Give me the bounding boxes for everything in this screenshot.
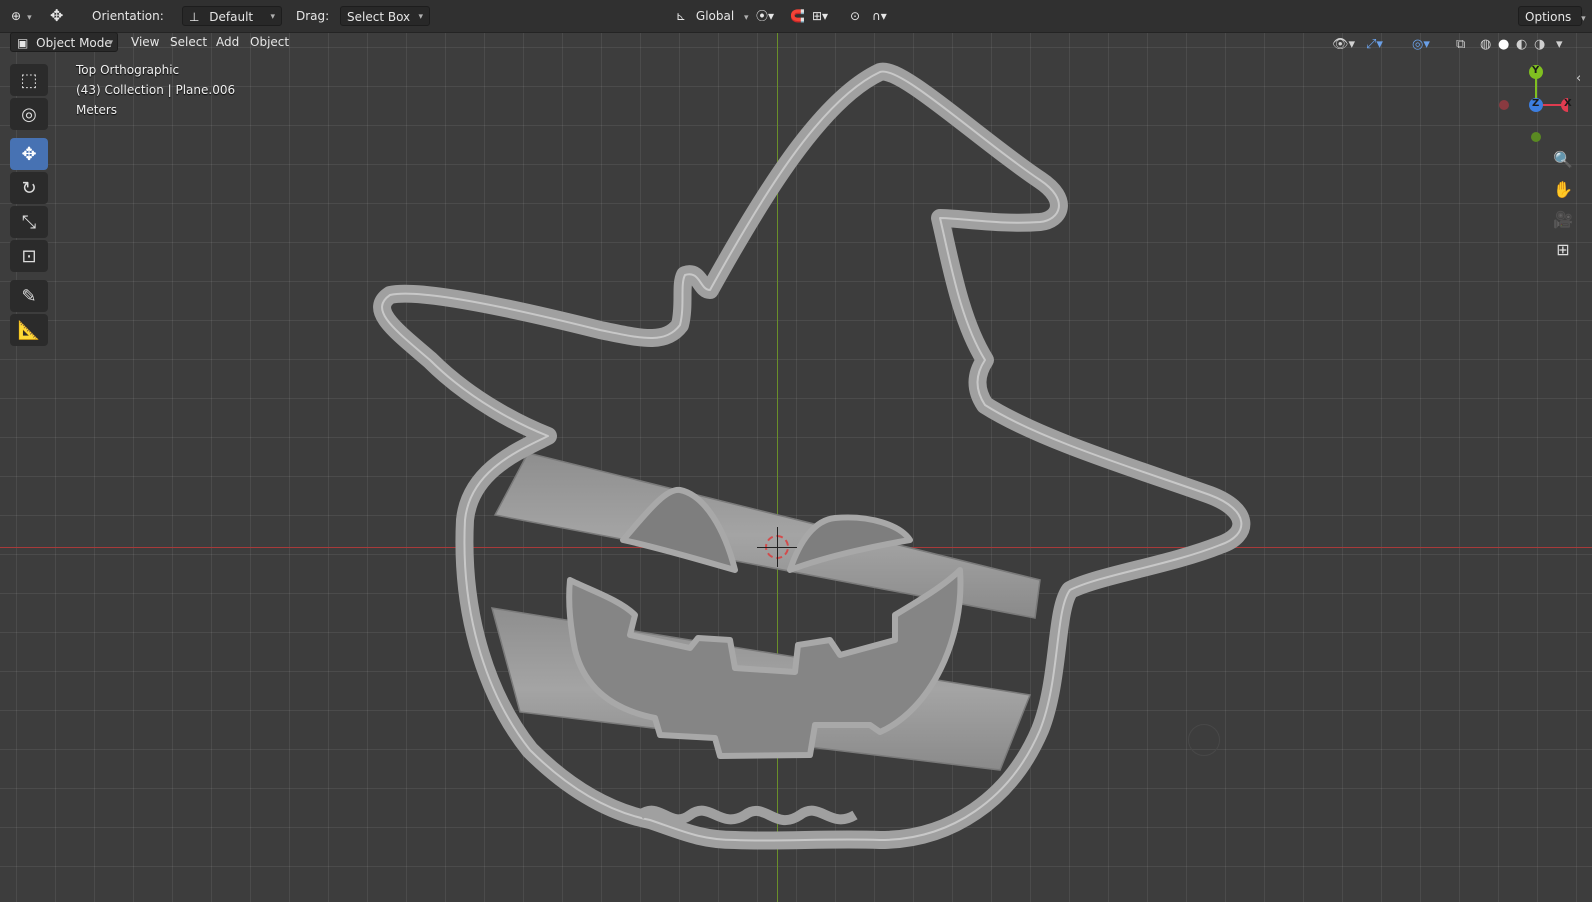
shading-options-icon[interactable]: ▾ xyxy=(1556,34,1563,54)
material-shading-icon[interactable]: ◐ xyxy=(1516,34,1527,54)
transform-space-value: Global xyxy=(695,9,735,23)
annotate-icon[interactable]: ✎ xyxy=(10,280,48,312)
transform-icon[interactable]: ⊡ xyxy=(10,240,48,272)
3d-cursor-cross-v xyxy=(777,527,778,567)
editor-type-button[interactable]: ⊕ ▾ xyxy=(8,6,40,26)
chevron-down-icon: ▾ xyxy=(1581,14,1586,24)
menu-view[interactable]: View xyxy=(125,31,165,53)
wavy-bottom xyxy=(637,805,858,826)
menu-add[interactable]: Add xyxy=(210,31,245,53)
select-box-icon[interactable]: ⬚ xyxy=(10,64,48,96)
transform-pivot-icon[interactable]: ✥ xyxy=(50,6,63,26)
view-name: Top Orthographic xyxy=(76,63,180,77)
units-label: Meters xyxy=(76,103,118,117)
options-dropdown[interactable]: Options ▾ xyxy=(1518,6,1586,26)
visibility-icon[interactable]: 👁▾ xyxy=(1332,34,1355,54)
gizmo-y-label: Y xyxy=(1532,65,1540,76)
gizmo-neg-x xyxy=(1499,100,1509,110)
proportional-edit-icon[interactable]: ⊙ xyxy=(850,6,860,26)
measure-icon[interactable]: 📐 xyxy=(10,314,48,346)
rendered-shading-icon[interactable]: ◑ xyxy=(1534,34,1545,54)
xray-icon[interactable]: ⧉ xyxy=(1456,34,1465,54)
camera-icon[interactable]: 🎥 xyxy=(1550,206,1576,232)
options-label: Options xyxy=(1525,10,1572,24)
cursor-icon[interactable]: ◎ xyxy=(10,98,48,130)
snap-icon[interactable]: 🧲 xyxy=(790,6,805,26)
menu-object[interactable]: Object xyxy=(244,31,295,53)
orientation-value: Default xyxy=(209,10,254,24)
solid-shading-icon[interactable]: ● xyxy=(1498,34,1509,54)
pivot-point-icon[interactable]: ⦿▾ xyxy=(756,6,774,26)
drag-value: Select Box xyxy=(347,10,411,24)
gizmo-neg-y xyxy=(1531,132,1541,142)
transform-space-dropdown[interactable]: ⊾ Global ▾ xyxy=(670,6,749,26)
scale-icon[interactable]: ⤡ xyxy=(10,206,48,238)
drag-label: Drag: xyxy=(296,9,330,23)
gizmo-z-label: Z xyxy=(1532,98,1540,109)
tool-shelf: ⬚ ◎ ✥ ↻ ⤡ ⊡ ✎ 📐 xyxy=(8,64,50,354)
grid-toggle-icon[interactable]: ⊞ xyxy=(1550,236,1576,262)
chevron-down-icon: ▾ xyxy=(270,12,275,22)
move-icon[interactable]: ✥ xyxy=(10,138,48,170)
object-mode-icon: ▣ xyxy=(17,36,29,50)
gizmo-x-label: X xyxy=(1564,98,1572,109)
chevron-down-icon: ▾ xyxy=(108,38,113,48)
pan-hand-icon[interactable]: ✋ xyxy=(1550,176,1576,202)
orientation-label: Orientation: xyxy=(92,9,164,23)
navigation-gizmo[interactable] xyxy=(1488,60,1568,150)
axes-icon: ⊥ xyxy=(189,10,200,24)
zoom-icon[interactable]: 🔍 xyxy=(1550,146,1576,172)
global-axes-icon: ⊾ xyxy=(676,9,687,23)
mode-value: Object Mode xyxy=(36,36,112,50)
collection-info: (43) Collection | Plane.006 xyxy=(76,83,236,97)
mode-dropdown[interactable]: ▣ Object Mode ▾ xyxy=(10,32,118,52)
rotate-icon[interactable]: ↻ xyxy=(10,172,48,204)
menu-select[interactable]: Select xyxy=(164,31,213,53)
overlays-icon[interactable]: ◎▾ xyxy=(1412,34,1430,54)
gizmo-toggle-icon[interactable]: ⤢▾ xyxy=(1366,34,1383,54)
wireframe-shading-icon[interactable]: ◍ xyxy=(1480,34,1491,54)
falloff-icon[interactable]: ∩▾ xyxy=(872,6,887,26)
drag-dropdown[interactable]: Select Box ▾ xyxy=(340,6,430,26)
snap-target-icon[interactable]: ⊞▾ xyxy=(812,6,828,26)
orientation-dropdown[interactable]: ⊥ Default ▾ xyxy=(182,6,282,26)
chevron-down-icon: ▾ xyxy=(418,12,423,22)
pumpkin-cookie-cutter-model[interactable] xyxy=(0,0,1592,902)
sidebar-toggle-icon[interactable]: ‹ xyxy=(1576,68,1581,88)
chevron-down-icon: ▾ xyxy=(744,13,749,23)
faint-circle-marker xyxy=(1188,724,1220,756)
